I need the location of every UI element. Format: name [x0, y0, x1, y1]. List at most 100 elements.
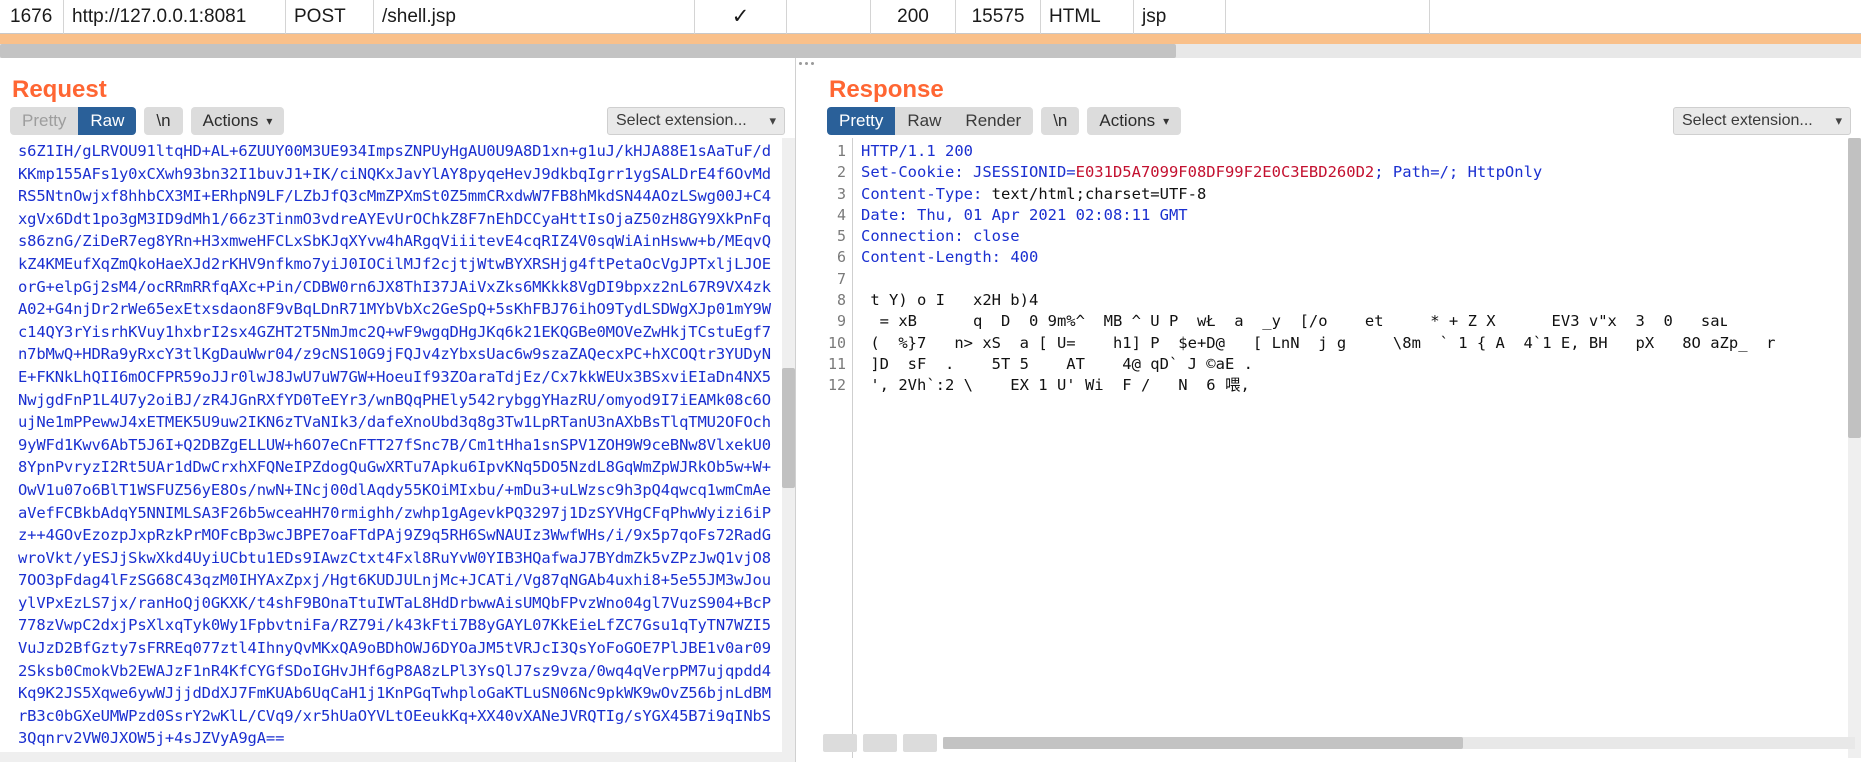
- response-view-mode-group[interactable]: Pretty Raw Render: [827, 107, 1034, 135]
- history-scroll-thumb[interactable]: [0, 44, 1176, 58]
- response-horizontal-scrollbar[interactable]: [943, 737, 1855, 749]
- request-newline-button[interactable]: \n: [144, 107, 183, 135]
- response-line-number: 11: [827, 354, 846, 373]
- response-match-case-button[interactable]: [863, 734, 897, 752]
- request-view-mode-group[interactable]: Pretty Raw: [10, 107, 137, 135]
- response-body-text[interactable]: HTTP/1.1 200 Set-Cookie: JSESSIONID=E031D…: [855, 138, 1861, 758]
- response-line-number: 1: [836, 142, 846, 160]
- response-line: Connection: close: [861, 226, 1861, 247]
- request-scroll-thumb[interactable]: [782, 368, 795, 488]
- response-vertical-scrollbar[interactable]: [1848, 138, 1861, 758]
- cell-status: 200: [871, 0, 956, 34]
- cell-url: /shell.jsp: [374, 0, 695, 34]
- response-line-number: 3: [836, 184, 846, 203]
- response-search-button[interactable]: [823, 734, 857, 752]
- response-tab-raw[interactable]: Raw: [895, 107, 954, 135]
- request-actions-button[interactable]: Actions ▾: [190, 107, 285, 135]
- drag-dot-icon: [804, 61, 808, 65]
- request-toolbar: Pretty Raw \n Actions ▾ Select extension…: [0, 104, 795, 138]
- response-extension-label: Select extension...: [1682, 112, 1813, 129]
- response-extension-select[interactable]: Select extension... ▾: [1673, 107, 1851, 135]
- response-token: Connection:: [861, 227, 973, 246]
- request-title: Request: [12, 76, 107, 103]
- request-horizontal-scrollbar[interactable]: [0, 752, 795, 762]
- cell-length: 15575: [956, 0, 1041, 34]
- response-line-number: 4: [836, 205, 846, 224]
- cell-edited: [787, 0, 871, 34]
- request-tab-pretty[interactable]: Pretty: [10, 107, 79, 135]
- response-line: t Y) o I x2H b)4: [861, 290, 1861, 311]
- response-editor[interactable]: 1 2 3 4 5 6 7 8 9 10 11 12 HTTP/1.1 200 Set-Cookie: …: [817, 138, 1861, 758]
- response-hscroll-thumb[interactable]: [943, 737, 1463, 749]
- response-line: Set-Cookie: JSESSIONID=E031D5A7099F08DF9…: [861, 162, 1861, 183]
- response-token: ', 2Vh`:2 \ EX 1 U' Wi F / N 6 喂,: [861, 376, 1250, 395]
- table-row[interactable]: 1676 http://127.0.0.1:8081 POST /shell.j…: [0, 0, 1861, 34]
- response-newline-label: \n: [1053, 111, 1068, 130]
- response-token: Set-Cookie:: [861, 163, 973, 182]
- response-token: HTTP/1.1 200: [861, 142, 973, 160]
- response-token: Content-Type:: [861, 184, 992, 203]
- request-editor[interactable]: s6Z1IH/gLRVOU91ltqHD+AL+6ZUUY00M3UE934Im…: [0, 138, 795, 758]
- response-line-number: 9: [836, 312, 846, 331]
- history-horizontal-scrollbar[interactable]: [0, 44, 1861, 58]
- response-line: HTTP/1.1 200: [861, 141, 1861, 162]
- response-bottom-bar: [817, 732, 1861, 754]
- response-token: Date:: [861, 205, 917, 224]
- response-toolbar: Pretty Raw Render \n Actions ▾ Select ex…: [817, 104, 1861, 138]
- response-line-number: 5: [836, 227, 846, 246]
- selected-row-highlight: [0, 34, 1861, 44]
- response-newline-button[interactable]: \n: [1041, 107, 1080, 135]
- drag-dot-icon: [810, 61, 814, 65]
- cell-comment: [1430, 0, 1730, 34]
- response-line: Date: Thu, 01 Apr 2021 02:08:11 GMT: [861, 205, 1861, 226]
- request-extension-label: Select extension...: [616, 112, 747, 129]
- cell-extension: jsp: [1134, 0, 1226, 34]
- pane-divider[interactable]: [795, 58, 796, 762]
- response-token: ]D sF . 5T 5 AT 4@ qD` J ©aE .: [861, 354, 1253, 373]
- response-line: = xB q D 0 9m%^ MB ^ U P wŁ a _y [/o et …: [861, 311, 1861, 332]
- response-tab-pretty[interactable]: Pretty: [827, 107, 896, 135]
- chevron-down-icon: ▾: [266, 114, 273, 128]
- response-line-number: 6: [836, 248, 846, 267]
- response-line: ', 2Vh`:2 \ EX 1 U' Wi F / N 6 喂,: [861, 375, 1861, 396]
- response-line-number: 8: [836, 291, 846, 310]
- response-line-number: 2: [836, 163, 846, 182]
- response-token: text/html;charset=UTF-8: [991, 184, 1207, 203]
- response-token: t Y) o I x2H b)4: [861, 291, 1039, 310]
- response-token: Thu, 01 Apr 2021 02:08:11 GMT: [917, 205, 1188, 224]
- response-token: Content-Length:: [861, 248, 1011, 267]
- response-token: JSESSIONID=: [972, 163, 1076, 182]
- response-token: ; Path=/; HttpOnly: [1374, 163, 1543, 182]
- proxy-history-table[interactable]: 1676 http://127.0.0.1:8081 POST /shell.j…: [0, 0, 1861, 34]
- response-token: = xB q D 0 9m%^ MB ^ U P wŁ a _y [/o et …: [861, 312, 1729, 331]
- cell-mime-type: HTML: [1041, 0, 1134, 34]
- request-extension-select[interactable]: Select extension... ▾: [607, 107, 785, 135]
- response-token: close: [972, 227, 1020, 246]
- response-regex-button[interactable]: [903, 734, 937, 752]
- response-title: Response: [829, 76, 944, 103]
- response-token: 400: [1010, 248, 1039, 267]
- response-token: ( %}7 n> xS a [ U= h1] P $e+D@ [ LnN j g…: [861, 333, 1776, 352]
- chevron-down-icon: ▾: [1835, 113, 1842, 128]
- response-pane: Response Pretty Raw Render \n Actions ▾ …: [817, 58, 1861, 762]
- response-actions-label: Actions: [1099, 111, 1156, 130]
- response-token: E031D5A7099F08DF99F2E0C3EBD260D2: [1075, 163, 1375, 182]
- request-vertical-scrollbar[interactable]: [782, 138, 795, 758]
- cell-title: [1226, 0, 1430, 34]
- response-line-number: 10: [827, 333, 846, 352]
- response-tab-render[interactable]: Render: [953, 107, 1034, 135]
- pane-resize-handle[interactable]: [795, 56, 817, 70]
- response-line: Content-Length: 400: [861, 247, 1861, 268]
- chevron-down-icon: ▾: [769, 113, 776, 128]
- cell-method: POST: [286, 0, 374, 34]
- request-body-text[interactable]: s6Z1IH/gLRVOU91ltqHD+AL+6ZUUY00M3UE934Im…: [0, 138, 780, 758]
- cell-number: 1676: [0, 0, 64, 34]
- chevron-down-icon: ▾: [1163, 114, 1170, 128]
- response-actions-button[interactable]: Actions ▾: [1087, 107, 1182, 135]
- request-tab-raw[interactable]: Raw: [78, 107, 137, 135]
- response-scroll-thumb[interactable]: [1848, 138, 1861, 438]
- request-actions-label: Actions: [202, 111, 259, 130]
- response-line: ]D sF . 5T 5 AT 4@ qD` J ©aE .: [861, 354, 1861, 375]
- request-pane: Request Pretty Raw \n Actions ▾ Select e…: [0, 58, 795, 762]
- request-newline-label: \n: [156, 111, 171, 130]
